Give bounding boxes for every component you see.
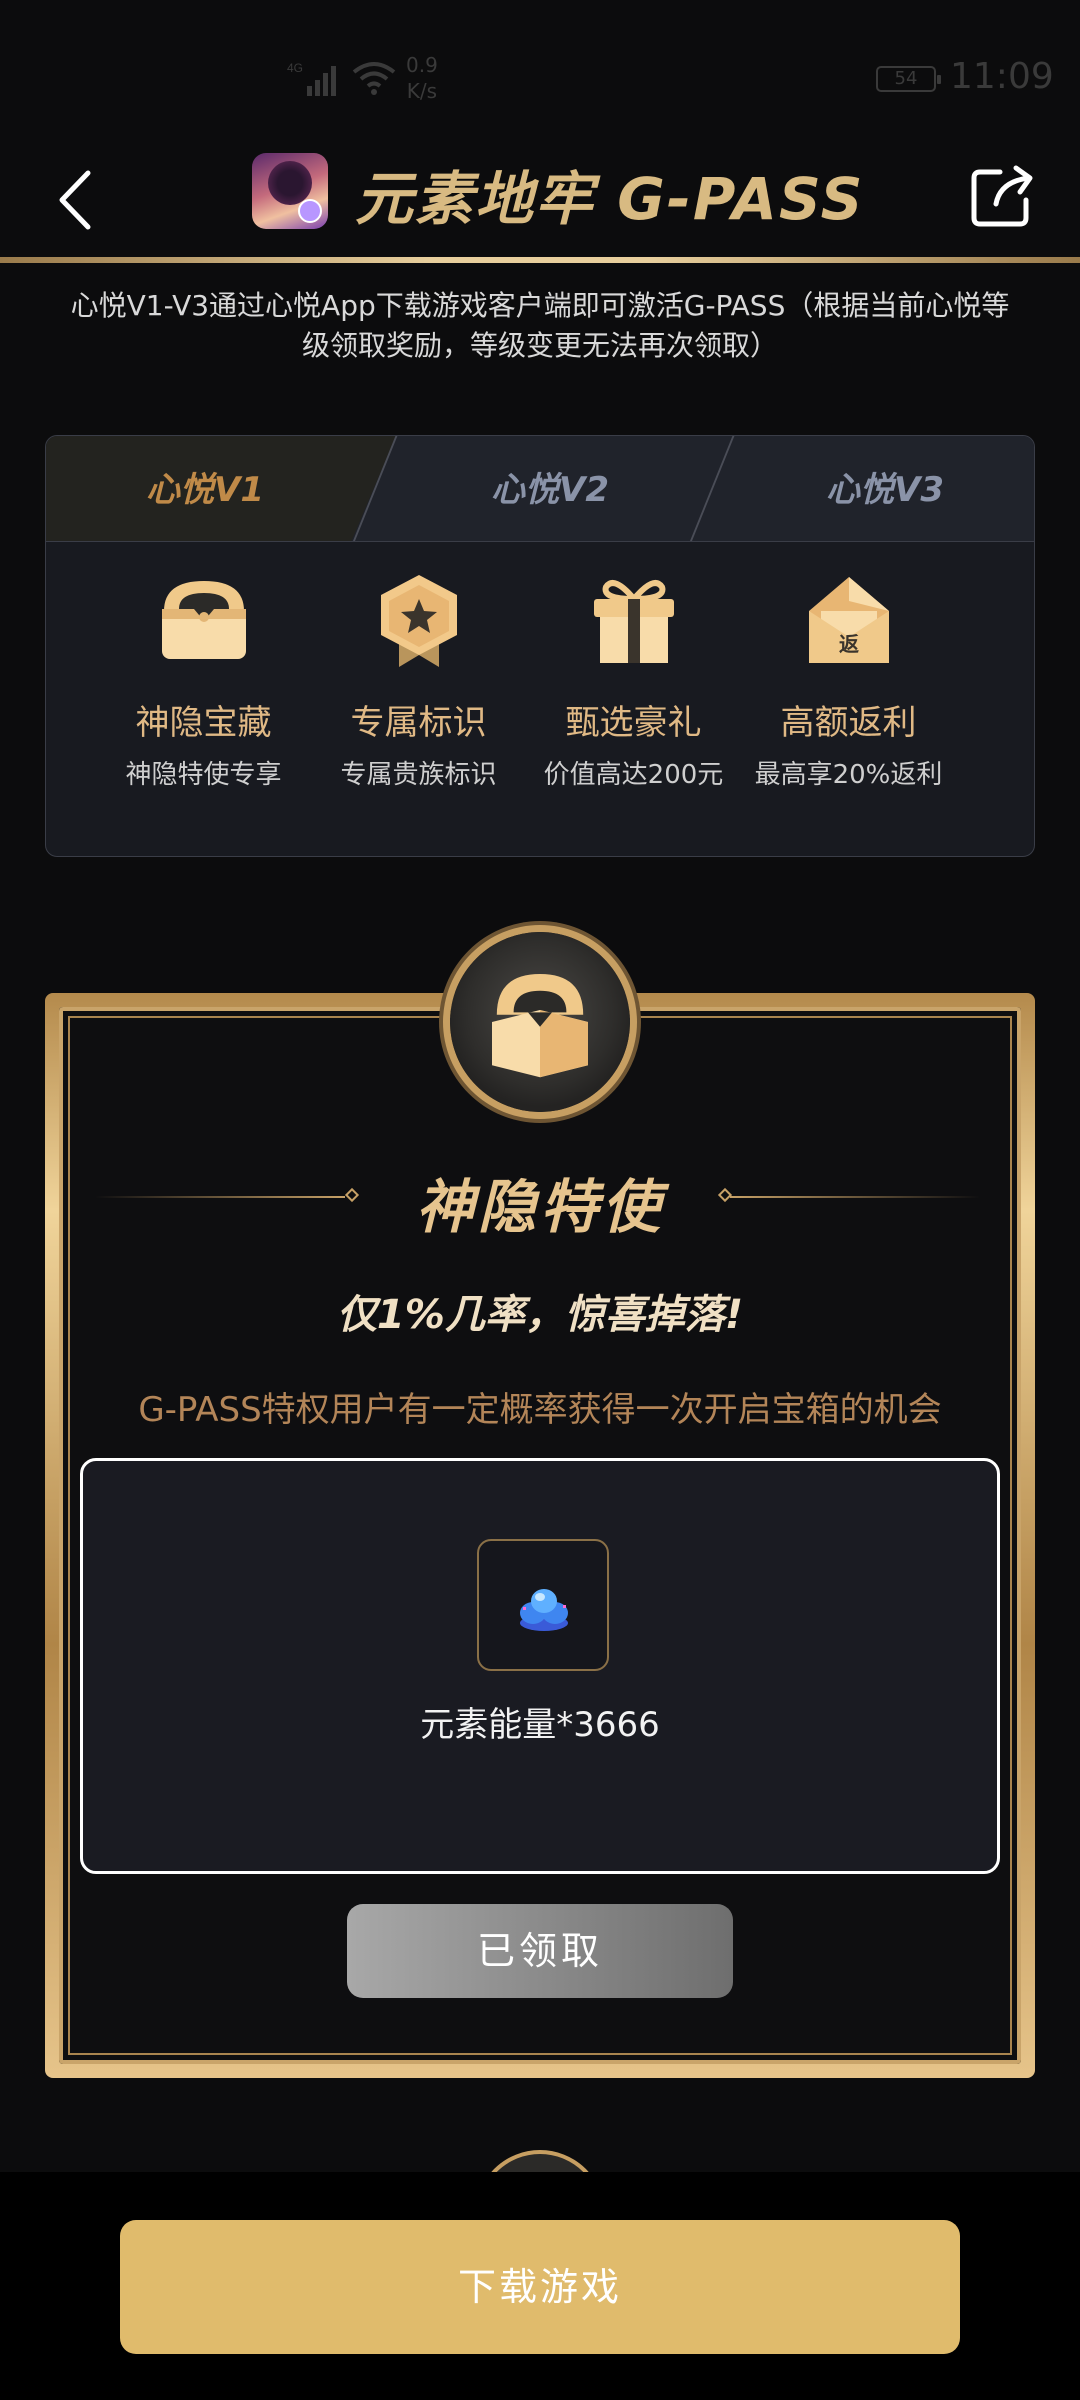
benefit-name: 高额返利 bbox=[780, 703, 917, 743]
share-icon[interactable] bbox=[970, 162, 1036, 228]
game-icon bbox=[252, 153, 328, 229]
header-divider bbox=[0, 257, 1080, 263]
tab-v1[interactable]: 心悦V1 bbox=[146, 462, 264, 511]
benefit-name: 甄选豪礼 bbox=[565, 703, 702, 743]
battery-icon: 54 bbox=[876, 66, 941, 92]
tabs-divider bbox=[46, 541, 1034, 542]
battery-level: 54 bbox=[894, 68, 918, 89]
tab-divider bbox=[689, 436, 735, 542]
tab-v2[interactable]: 心悦V2 bbox=[491, 462, 609, 511]
treasure-chest-icon bbox=[161, 581, 246, 659]
benefit-desc: 神隐特使专享 bbox=[125, 760, 282, 790]
treasure-chest-icon bbox=[492, 974, 588, 1078]
benefit-desc: 价值高达200元 bbox=[543, 760, 724, 790]
reward-tagline: 仅1%几率，惊喜掉落! bbox=[336, 1292, 744, 1338]
rebate-envelope-icon: 返 bbox=[808, 577, 889, 663]
status-bar: 4G 0.9 K/s 54 11:09 bbox=[0, 0, 1080, 150]
reward-title: 神隐特使 bbox=[415, 1173, 664, 1241]
clock: 11:09 bbox=[950, 56, 1054, 97]
signal-icon: 4G bbox=[287, 61, 336, 96]
claimed-button[interactable]: 已领取 bbox=[347, 1904, 733, 1998]
benefit-item: 神隐宝藏 神隐特使专享 bbox=[96, 571, 311, 791]
activation-notice: 心悦V1-V3通过心悦App下载游戏客户端即可激活G-PASS（根据当前心悦等级… bbox=[70, 289, 1010, 362]
energy-crystal-icon bbox=[520, 1589, 568, 1631]
benefit-name: 神隐宝藏 bbox=[135, 703, 272, 743]
benefit-desc: 最高享20%返利 bbox=[754, 760, 943, 790]
bottom-bar: 下载游戏 bbox=[0, 2172, 1080, 2400]
benefit-item: 返 高额返利 最高享20%返利 bbox=[741, 571, 956, 791]
svg-text:返: 返 bbox=[839, 632, 859, 656]
wifi-icon bbox=[352, 62, 396, 95]
tab-v3[interactable]: 心悦V3 bbox=[826, 462, 944, 511]
prize-box: 元素能量*3666 bbox=[80, 1458, 1000, 1874]
app-header: 元素地牢 G-PASS bbox=[0, 140, 1080, 260]
benefit-item: 甄选豪礼 价值高达200元 bbox=[526, 571, 741, 791]
download-game-button[interactable]: 下载游戏 bbox=[120, 2220, 960, 2354]
page-title: 元素地牢 G-PASS bbox=[355, 165, 865, 233]
tier-tabs: 心悦V1 心悦V2 心悦V3 bbox=[46, 436, 1034, 542]
svg-text:4G: 4G bbox=[287, 61, 303, 75]
speed-unit: K/s bbox=[406, 79, 438, 103]
prize-name: 元素能量*3666 bbox=[420, 1705, 660, 1745]
gift-box-icon bbox=[593, 580, 674, 663]
reward-description: G-PASS特权用户有一定概率获得一次开启宝箱的机会 bbox=[138, 1390, 942, 1430]
benefit-item: 专属标识 专属贵族标识 bbox=[311, 571, 526, 791]
chevron-left-icon[interactable] bbox=[50, 165, 100, 235]
benefit-name: 专属标识 bbox=[350, 703, 487, 743]
title-decoration-right bbox=[730, 1196, 980, 1198]
prize-item[interactable] bbox=[477, 1539, 609, 1671]
treasure-medal bbox=[450, 932, 630, 1112]
benefit-desc: 专属贵族标识 bbox=[340, 760, 497, 790]
network-speed: 0.9 K/s bbox=[406, 52, 438, 104]
speed-value: 0.9 bbox=[406, 53, 438, 77]
tier-benefits-card: 心悦V1 心悦V2 心悦V3 神隐宝藏 神隐特使专享 专属标识 专属贵族标识 甄… bbox=[45, 435, 1035, 857]
star-badge-icon bbox=[380, 575, 457, 667]
